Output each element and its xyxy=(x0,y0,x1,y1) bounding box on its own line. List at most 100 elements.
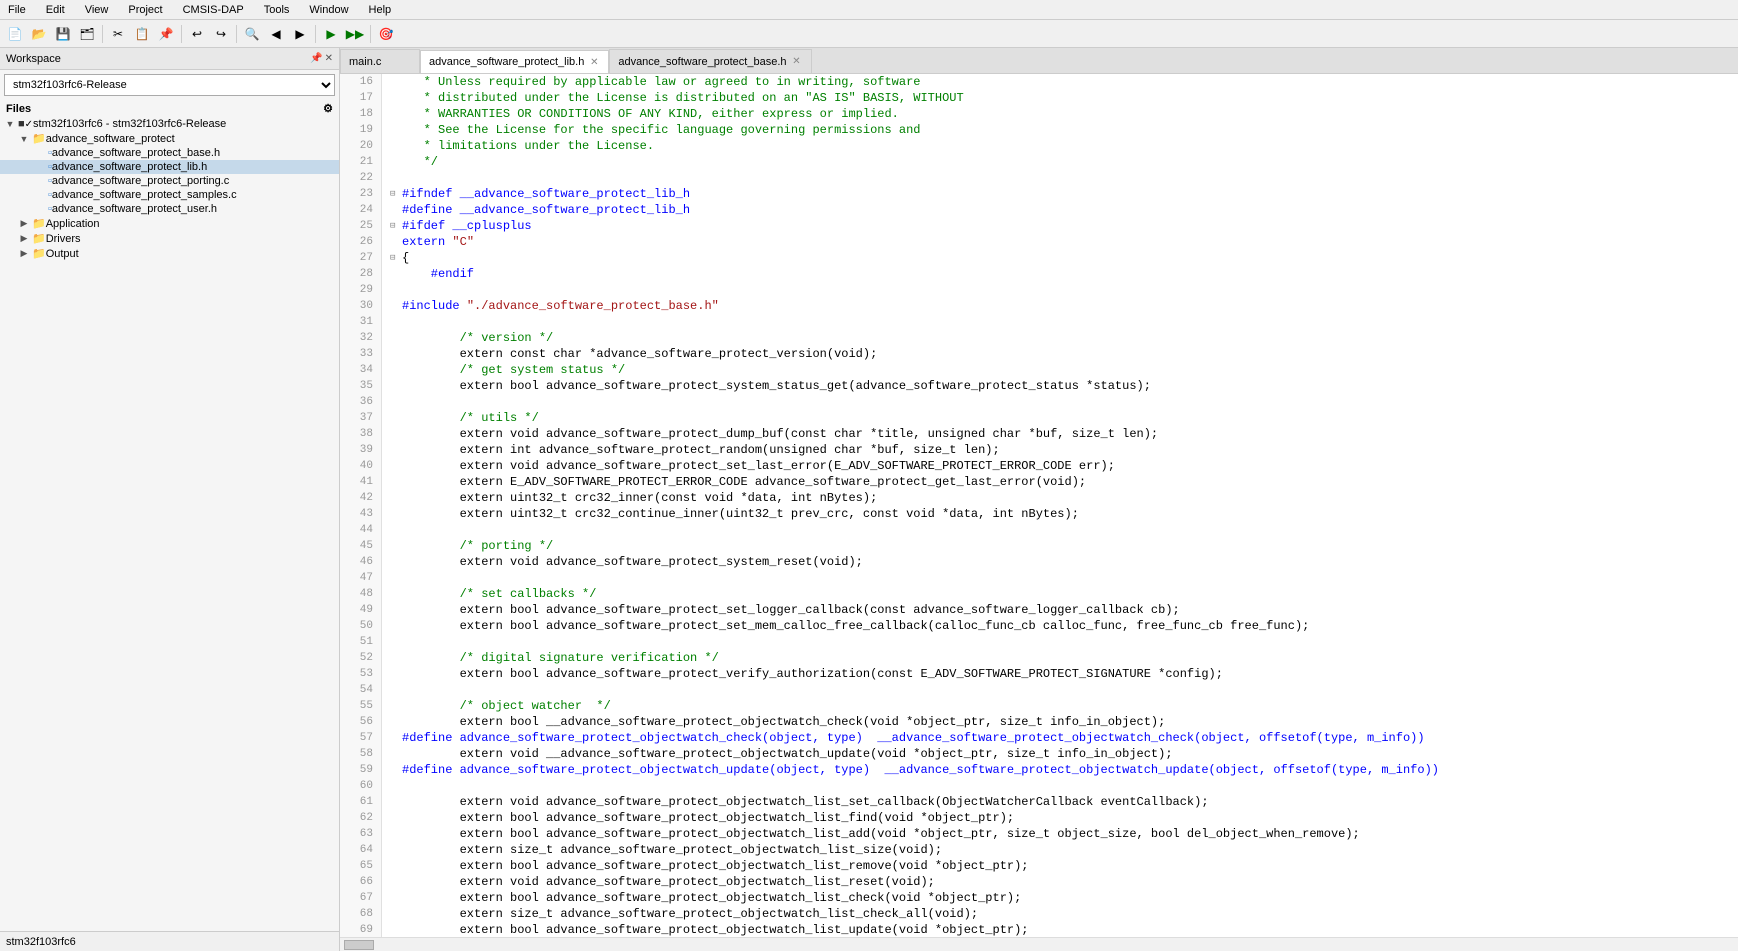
tree-label-asp: advance_software_protect xyxy=(46,133,175,145)
expand-glyph-35 xyxy=(390,378,402,394)
horizontal-scroll-thumb[interactable] xyxy=(344,940,374,950)
line-number-42: 42 xyxy=(344,490,377,506)
menu-help[interactable]: Help xyxy=(365,4,396,16)
files-label: Files xyxy=(6,103,31,115)
tab-main-c[interactable]: main.c xyxy=(340,49,420,73)
menu-cmsis[interactable]: CMSIS-DAP xyxy=(179,4,248,16)
code-line-45: /* porting */ xyxy=(390,538,1738,554)
toolbar-sep-3 xyxy=(236,25,237,43)
tree-label-user-h: advance_software_protect_user.h xyxy=(52,203,217,215)
code-text-33: extern const char *advance_software_prot… xyxy=(402,346,877,362)
expand-glyph-64 xyxy=(390,842,402,858)
line-number-23: 23 xyxy=(344,186,377,202)
expand-glyph-21 xyxy=(390,154,402,170)
expand-glyph-23[interactable]: ⊟ xyxy=(390,186,402,202)
debug-button[interactable]: ▶▶ xyxy=(344,23,366,45)
expand-glyph-27[interactable]: ⊟ xyxy=(390,250,402,266)
tree-item-user-h[interactable]: ▫ advance_software_protect_user.h xyxy=(0,202,339,216)
menu-window[interactable]: Window xyxy=(305,4,352,16)
tree-item-porting-c[interactable]: ▫ advance_software_protect_porting.c xyxy=(0,174,339,188)
code-line-42: extern uint32_t crc32_inner(const void *… xyxy=(390,490,1738,506)
line-number-50: 50 xyxy=(344,618,377,634)
expand-glyph-51 xyxy=(390,634,402,650)
line-number-63: 63 xyxy=(344,826,377,842)
tree-item-drivers[interactable]: ▶ 📁 Drivers xyxy=(0,231,339,246)
tree-item-application[interactable]: ▶ 📁 Application xyxy=(0,216,339,231)
expand-glyph-54 xyxy=(390,682,402,698)
code-text-48: /* set callbacks */ xyxy=(402,586,596,602)
code-text-59: #define advance_software_protect_objectw… xyxy=(402,762,1439,778)
settings-icon[interactable]: ⚙ xyxy=(323,102,333,115)
expand-glyph-26 xyxy=(390,234,402,250)
menu-project[interactable]: Project xyxy=(124,4,166,16)
code-text-40: extern void advance_software_protect_set… xyxy=(402,458,1115,474)
code-line-36 xyxy=(390,394,1738,410)
code-text-17: * distributed under the License is distr… xyxy=(402,90,964,106)
menu-edit[interactable]: Edit xyxy=(42,4,69,16)
pin-icon[interactable]: 📌 xyxy=(310,53,322,64)
line-number-54: 54 xyxy=(344,682,377,698)
bottom-scrollbar[interactable] xyxy=(340,937,1738,951)
tab-close-lib-h[interactable]: ✕ xyxy=(588,56,600,68)
line-number-20: 20 xyxy=(344,138,377,154)
code-text-39: extern int advance_software_protect_rand… xyxy=(402,442,1000,458)
code-text-38: extern void advance_software_protect_dum… xyxy=(402,426,1158,442)
nav-fwd-button[interactable]: ▶ xyxy=(289,23,311,45)
save-all-button[interactable]: 🗂 xyxy=(76,23,98,45)
menu-file[interactable]: File xyxy=(4,4,30,16)
expand-glyph-17 xyxy=(390,90,402,106)
new-file-button[interactable]: 📄 xyxy=(4,23,26,45)
tab-close-base-h[interactable]: ✕ xyxy=(791,56,803,68)
sidebar-close-icon[interactable]: ✕ xyxy=(325,53,333,64)
expand-glyph-46 xyxy=(390,554,402,570)
tab-lib-h[interactable]: advance_software_protect_lib.h ✕ xyxy=(420,50,609,74)
workspace-dropdown[interactable]: stm32f103rfc6-Release xyxy=(4,74,335,96)
code-text-43: extern uint32_t crc32_continue_inner(uin… xyxy=(402,506,1079,522)
redo-button[interactable]: ↪ xyxy=(210,23,232,45)
tab-bar: main.c advance_software_protect_lib.h ✕ … xyxy=(340,48,1738,74)
menu-tools[interactable]: Tools xyxy=(260,4,294,16)
find-button[interactable]: 🔍 xyxy=(241,23,263,45)
tree-item-samples-c[interactable]: ▫ advance_software_protect_samples.c xyxy=(0,188,339,202)
code-line-28: #endif xyxy=(390,266,1738,282)
code-text-52: /* digital signature verification */ xyxy=(402,650,719,666)
expand-glyph-50 xyxy=(390,618,402,634)
line-number-25: 25 xyxy=(344,218,377,234)
save-button[interactable]: 💾 xyxy=(52,23,74,45)
line-number-60: 60 xyxy=(344,778,377,794)
expand-glyph-41 xyxy=(390,474,402,490)
files-header: Files ⚙ xyxy=(0,100,339,117)
paste-button[interactable]: 📌 xyxy=(155,23,177,45)
target-button[interactable]: 🎯 xyxy=(375,23,397,45)
tree-item-lib-h[interactable]: ▫ advance_software_protect_lib.h xyxy=(0,160,339,174)
line-number-37: 37 xyxy=(344,410,377,426)
code-line-26: extern "C" xyxy=(390,234,1738,250)
tree-item-asp-folder[interactable]: ▼ 📁 advance_software_protect xyxy=(0,131,339,146)
code-text-18: * WARRANTIES OR CONDITIONS OF ANY KIND, … xyxy=(402,106,899,122)
expand-glyph-22 xyxy=(390,170,402,186)
line-number-41: 41 xyxy=(344,474,377,490)
tree-item-base-h[interactable]: ▫ advance_software_protect_base.h xyxy=(0,146,339,160)
expand-glyph-59 xyxy=(390,762,402,778)
build-button[interactable]: ▶ xyxy=(320,23,342,45)
copy-button[interactable]: 📋 xyxy=(131,23,153,45)
expand-glyph-25[interactable]: ⊟ xyxy=(390,218,402,234)
nav-back-button[interactable]: ◀ xyxy=(265,23,287,45)
cut-button[interactable]: ✂ xyxy=(107,23,129,45)
undo-button[interactable]: ↩ xyxy=(186,23,208,45)
tab-base-h[interactable]: advance_software_protect_base.h ✕ xyxy=(609,49,811,73)
menu-view[interactable]: View xyxy=(81,4,113,16)
line-number-34: 34 xyxy=(344,362,377,378)
code-text-65: extern bool advance_software_protect_obj… xyxy=(402,858,1029,874)
line-number-21: 21 xyxy=(344,154,377,170)
tree-item-output[interactable]: ▶ 📁 Output xyxy=(0,246,339,261)
code-text-67: extern bool advance_software_protect_obj… xyxy=(402,890,1021,906)
code-line-34: /* get system status */ xyxy=(390,362,1738,378)
code-line-51 xyxy=(390,634,1738,650)
expand-glyph-37 xyxy=(390,410,402,426)
open-button[interactable]: 📂 xyxy=(28,23,50,45)
code-editor[interactable]: 1617181920212223242526272829303132333435… xyxy=(340,74,1738,937)
code-line-63: extern bool advance_software_protect_obj… xyxy=(390,826,1738,842)
tree-item-root[interactable]: ▼ ■ ✓ stm32f103rfc6 - stm32f103rfc6-Rele… xyxy=(0,117,339,131)
code-line-35: extern bool advance_software_protect_sys… xyxy=(390,378,1738,394)
